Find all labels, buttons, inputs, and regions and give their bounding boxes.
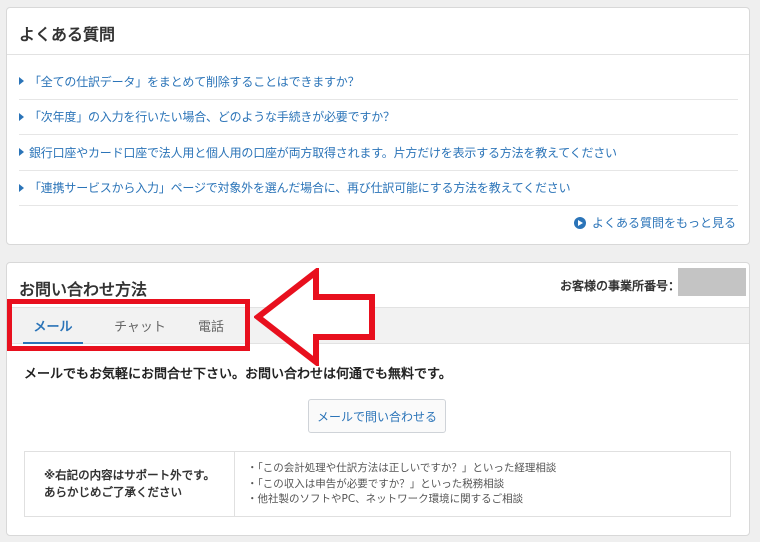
divider <box>7 54 749 55</box>
faq-panel: よくある質問 「全ての仕訳データ」をまとめて削除することはできますか？ 「次年度… <box>6 7 750 245</box>
office-number-value <box>678 268 746 296</box>
office-number-label: お客様の事業所番号： <box>560 279 681 293</box>
faq-more-link[interactable]: よくある質問をもっと見る <box>573 214 736 231</box>
support-notice-item: ・「この収入は申告が必要ですか？」といった税務相談 <box>247 477 505 490</box>
support-notice-line2: あらかじめご了承ください <box>43 485 182 499</box>
caret-right-icon <box>19 77 24 86</box>
caret-right-icon <box>19 183 24 192</box>
faq-item-link[interactable]: 「全ての仕訳データ」をまとめて削除することはできますか？ <box>29 73 360 90</box>
faq-item[interactable]: 「次年度」の入力を行いたい場合、どのような手続きが必要ですか？ <box>19 100 738 135</box>
faq-item-link[interactable]: 「次年度」の入力を行いたい場合、どのような手続きが必要ですか？ <box>29 108 395 125</box>
faq-more-link-label: よくある質問をもっと見る <box>591 216 736 230</box>
caret-right-icon <box>19 112 24 121</box>
mail-lead-text: メールでもお気軽にお問合せ下さい。お問い合わせは何通でも無料です。 <box>24 367 452 382</box>
contact-title: お問い合わせ方法 <box>19 280 148 299</box>
caret-right-icon <box>19 148 24 157</box>
mail-contact-button[interactable]: メールで問い合わせる <box>308 399 446 433</box>
support-notice-heading: ※右記の内容はサポート外です。 あらかじめご了承ください <box>25 452 235 516</box>
faq-item[interactable]: 「全ての仕訳データ」をまとめて削除することはできますか？ <box>19 64 738 100</box>
faq-item[interactable]: 銀行口座やカード口座で法人用と個人用の口座が両方取得されます。片方だけを表示する… <box>19 135 738 171</box>
support-notice-line1: ※右記の内容はサポート外です。 <box>43 468 216 482</box>
annotation-arrow-icon <box>254 268 375 366</box>
support-notice-list: ・「この会計処理や仕訳方法は正しいですか？」といった経理相談 ・「この収入は申告… <box>247 461 556 508</box>
support-notice: ※右記の内容はサポート外です。 あらかじめご了承ください ・「この会計処理や仕訳… <box>24 451 731 517</box>
annotation-highlight-box <box>7 299 250 351</box>
faq-item-link[interactable]: 銀行口座やカード口座で法人用と個人用の口座が両方取得されます。片方だけを表示する… <box>29 144 617 161</box>
play-circle-icon <box>573 216 586 229</box>
faq-item-link[interactable]: 「連携サービスから入力」ページで対象外を選んだ場合に、再び仕訳可能にする方法を教… <box>29 179 571 196</box>
faq-title: よくある質問 <box>19 25 116 44</box>
faq-item[interactable]: 「連携サービスから入力」ページで対象外を選んだ場合に、再び仕訳可能にする方法を教… <box>19 171 738 206</box>
support-notice-item: ・他社製のソフトやPC、ネットワーク環境に関するご相談 <box>247 493 524 505</box>
support-notice-item: ・「この会計処理や仕訳方法は正しいですか？」といった経理相談 <box>247 462 557 474</box>
faq-list: 「全ての仕訳データ」をまとめて削除することはできますか？ 「次年度」の入力を行い… <box>19 64 738 206</box>
